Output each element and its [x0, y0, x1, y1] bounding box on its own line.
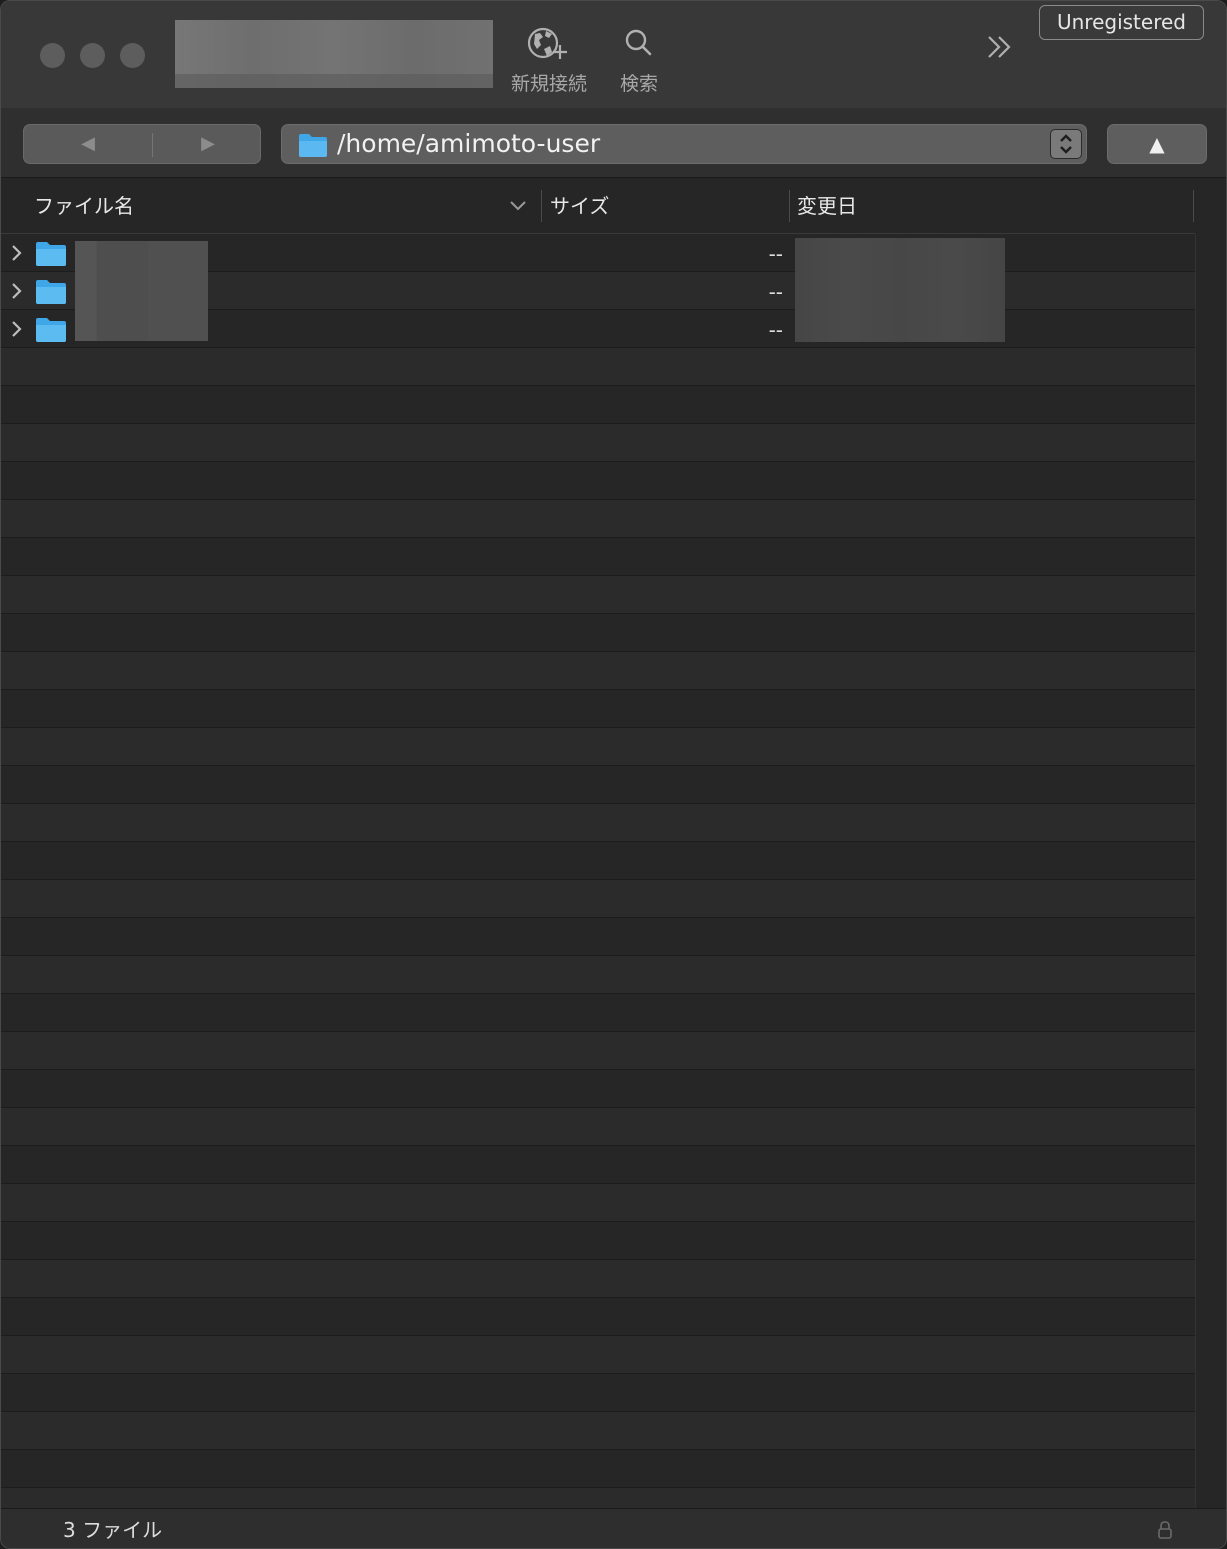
folder-icon [299, 134, 327, 157]
zoom-window-button[interactable] [120, 43, 145, 68]
column-name-header[interactable]: ファイル名 [34, 178, 134, 234]
file-size: -- [768, 242, 783, 266]
minimize-window-button[interactable] [80, 43, 105, 68]
folder-icon [36, 242, 66, 266]
search-icon [625, 29, 652, 56]
search-button[interactable]: 検索 [609, 25, 669, 96]
row-stripe [1, 956, 1195, 994]
column-separator[interactable] [1193, 190, 1194, 222]
app-window: 新規接続 検索 Unregistered ◀ ▶ /home/amimoto-u… [0, 0, 1227, 1549]
current-path: /home/amimoto-user [337, 129, 601, 158]
chevron-down-icon[interactable] [509, 200, 527, 212]
row-stripe [1, 538, 1195, 576]
column-separator[interactable] [541, 190, 542, 222]
column-separator[interactable] [789, 190, 790, 222]
file-size: -- [768, 318, 783, 342]
row-stripe [1, 690, 1195, 728]
disclosure-chevron-icon[interactable] [10, 320, 24, 338]
redacted-modified-dates [795, 238, 1005, 342]
status-bar: 3 ファイル [1, 1508, 1226, 1548]
scrollbar-track[interactable] [1195, 234, 1226, 1508]
titlebar: 新規接続 検索 Unregistered [1, 1, 1226, 108]
unregistered-badge[interactable]: Unregistered [1039, 5, 1204, 40]
row-stripe [1, 728, 1195, 766]
globe-plus-icon [527, 27, 567, 59]
redacted-window-title [175, 20, 493, 88]
row-stripe [1, 1184, 1195, 1222]
chevron-up-down-icon [1060, 134, 1072, 154]
row-stripe [1, 1450, 1195, 1488]
lock-icon [1158, 1521, 1172, 1539]
row-stripe [1, 1146, 1195, 1184]
back-button[interactable]: ◀ [28, 125, 148, 163]
row-stripe [1, 880, 1195, 918]
row-stripe [1, 424, 1195, 462]
column-size-header[interactable]: サイズ [550, 178, 609, 234]
path-selector[interactable]: /home/amimoto-user [281, 124, 1087, 164]
row-stripe [1, 1412, 1195, 1450]
folder-icon [36, 280, 66, 304]
row-stripe [1, 1336, 1195, 1374]
row-stripe [1, 1260, 1195, 1298]
column-header: ファイル名 サイズ 変更日 [1, 178, 1195, 234]
row-stripe [1, 348, 1195, 386]
row-stripe [1, 766, 1195, 804]
row-stripe [1, 1222, 1195, 1260]
column-modified-header[interactable]: 変更日 [797, 178, 857, 234]
path-stepper[interactable] [1050, 129, 1082, 159]
row-stripe [1, 576, 1195, 614]
row-stripe [1, 1298, 1195, 1336]
forward-button[interactable]: ▶ [148, 125, 268, 163]
close-window-button[interactable] [40, 43, 65, 68]
row-stripe [1, 842, 1195, 880]
parent-directory-button[interactable]: ▲ [1107, 124, 1207, 164]
file-count-status: 3 ファイル [63, 1518, 163, 1542]
chevron-double-right-icon[interactable] [985, 33, 1015, 61]
row-stripe [1, 500, 1195, 538]
row-stripe [1, 1032, 1195, 1070]
row-stripe [1, 614, 1195, 652]
row-stripe [1, 994, 1195, 1032]
file-list[interactable]: -- -- -- [1, 234, 1195, 1526]
back-forward-control: ◀ ▶ [23, 124, 261, 164]
row-stripe [1, 1108, 1195, 1146]
row-stripe [1, 652, 1195, 690]
row-stripe [1, 1374, 1195, 1412]
row-stripe [1, 386, 1195, 424]
redacted-file-names [75, 241, 208, 341]
path-bar: ◀ ▶ /home/amimoto-user ▲ [1, 108, 1226, 178]
row-stripe [1, 1070, 1195, 1108]
header-gutter [1195, 178, 1226, 234]
row-stripe [1, 804, 1195, 842]
search-label: 検索 [619, 73, 658, 95]
new-connection-button[interactable]: 新規接続 [504, 25, 594, 96]
row-stripe [1, 918, 1195, 956]
new-connection-label: 新規接続 [510, 73, 587, 95]
disclosure-chevron-icon[interactable] [10, 282, 24, 300]
file-size: -- [768, 280, 783, 304]
folder-icon [36, 318, 66, 342]
row-stripe [1, 462, 1195, 500]
disclosure-chevron-icon[interactable] [10, 244, 24, 262]
